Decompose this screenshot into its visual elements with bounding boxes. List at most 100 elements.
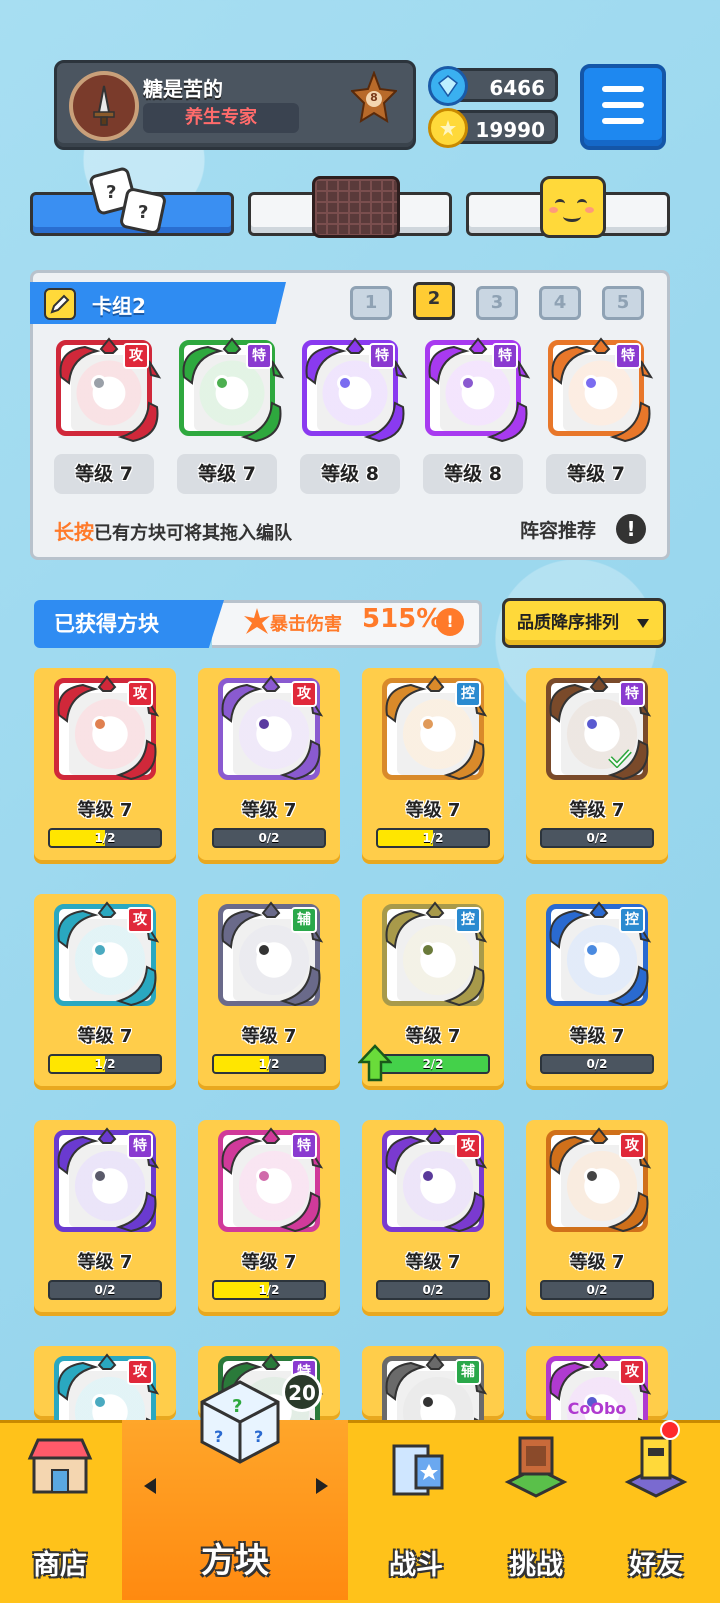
deck-slot-3[interactable]: 3 xyxy=(476,286,518,320)
card-core-dot xyxy=(584,942,600,958)
owned-block-cell[interactable]: 攻等级 7 0/2 xyxy=(362,1120,504,1316)
upgrade-arrow-icon[interactable] xyxy=(358,1044,392,1082)
owned-card[interactable]: 特 xyxy=(546,675,652,781)
nav-next-arrow-icon[interactable] xyxy=(316,1478,328,1494)
owned-block-cell[interactable]: 攻等级 7 0/2 xyxy=(526,1120,668,1316)
card-type-tag: 特 xyxy=(619,681,645,707)
deck-slot-2[interactable]: 2 xyxy=(413,282,455,320)
drag-hint: 长按已有方块可将其拖入编队 xyxy=(54,520,292,544)
smiley-block-icon xyxy=(540,176,606,238)
card-core-dot xyxy=(337,375,353,391)
deck-card-level: 等级 8 xyxy=(423,454,523,494)
owned-block-cell[interactable]: 辅等级 7 1/2 xyxy=(198,894,340,1090)
friends-robot-icon xyxy=(624,1436,688,1498)
crit-damage-value: 515% xyxy=(362,604,443,634)
owned-card[interactable]: 辅 xyxy=(218,901,324,1007)
owned-block-cell[interactable]: 控等级 7 0/2 xyxy=(526,894,668,1090)
card-type-tag: 辅 xyxy=(455,1359,481,1385)
owned-block-cell[interactable]: 攻等级 7 1/2 xyxy=(34,894,176,1090)
owned-block-cell[interactable]: 特等级 7 0/2 xyxy=(526,668,668,864)
svg-text:?: ? xyxy=(254,1427,263,1446)
owned-block-cell[interactable]: 攻 CoObo xyxy=(526,1346,668,1459)
crit-damage-label: 暴击伤害 xyxy=(270,614,342,635)
player-title: 养生专家 xyxy=(143,103,299,133)
battle-tower-icon xyxy=(392,1444,444,1496)
deck-slot-4[interactable]: 4 xyxy=(539,286,581,320)
owned-card[interactable]: 控 xyxy=(382,901,488,1007)
deck-card[interactable]: 特 xyxy=(302,337,408,443)
deck-slot-1[interactable]: 1 xyxy=(350,286,392,320)
progress-text: 2/2 xyxy=(422,1057,444,1071)
card-core-dot xyxy=(92,942,108,958)
progress-text: 0/2 xyxy=(422,1283,444,1297)
deck-card[interactable]: 特 xyxy=(548,337,654,443)
nav-prev-arrow-icon[interactable] xyxy=(144,1478,156,1494)
owned-block-level: 等级 7 xyxy=(569,1252,625,1273)
nav-challenge[interactable]: 挑战 xyxy=(476,1420,596,1600)
owned-block-cell[interactable]: 特等级 7 1/2 xyxy=(198,1120,340,1316)
owned-block-level: 等级 7 xyxy=(241,1026,297,1047)
menu-button[interactable] xyxy=(580,64,666,150)
owned-block-cell[interactable]: 特等级 7 0/2 xyxy=(34,1120,176,1316)
progress-text: 1/2 xyxy=(94,1057,116,1071)
owned-block-level: 等级 7 xyxy=(241,1252,297,1273)
owned-card[interactable]: 攻 xyxy=(546,1127,652,1233)
challenge-sign-icon xyxy=(504,1436,568,1498)
card-type-tag: 控 xyxy=(455,907,481,933)
card-type-tag: 特 xyxy=(127,1133,153,1159)
progress-text: 1/2 xyxy=(258,1057,280,1071)
owned-card[interactable]: 控 xyxy=(382,675,488,781)
upgrade-progress-bar: 0/2 xyxy=(376,1280,490,1300)
edit-pencil-icon[interactable] xyxy=(44,288,76,320)
upgrade-progress-bar: 0/2 xyxy=(540,1280,654,1300)
card-core-dot xyxy=(420,1394,436,1410)
progress-text: 1/2 xyxy=(258,1283,280,1297)
rank-number: 8 xyxy=(370,91,378,104)
owned-block-cell[interactable]: 攻 xyxy=(34,1346,176,1459)
upgrade-progress-bar: 1/2 xyxy=(212,1054,326,1074)
owned-block-cell[interactable]: 攻等级 7 1/2 xyxy=(34,668,176,864)
owned-block-cell[interactable]: 攻等级 7 0/2 xyxy=(198,668,340,864)
card-type-tag: 特 xyxy=(492,343,518,369)
owned-block-cell[interactable]: 辅 xyxy=(362,1346,504,1459)
nav-battle[interactable]: 战斗 xyxy=(356,1420,476,1600)
deck-card[interactable]: 攻 xyxy=(56,337,162,443)
shop-icon xyxy=(27,1438,93,1494)
owned-card[interactable]: 特 xyxy=(54,1127,160,1233)
owned-card[interactable]: 攻 xyxy=(54,675,160,781)
nav-blocks[interactable]: ? ? ? 方块 xyxy=(122,1380,348,1600)
card-core-dot xyxy=(460,375,476,391)
progress-text: 0/2 xyxy=(94,1283,116,1297)
card-core-dot xyxy=(256,716,272,732)
crit-info-icon[interactable]: ! xyxy=(436,608,464,636)
card-core-dot xyxy=(92,1168,108,1184)
sword-icon xyxy=(93,85,115,126)
owned-block-level: 等级 7 xyxy=(405,800,461,821)
deck-card[interactable]: 特 xyxy=(179,337,285,443)
owned-block-cell[interactable]: 控等级 7 2/2 xyxy=(358,894,504,1090)
owned-card[interactable]: 攻 xyxy=(54,901,160,1007)
info-icon[interactable]: ! xyxy=(616,514,646,544)
card-type-tag: 特 xyxy=(369,343,395,369)
card-type-tag: 攻 xyxy=(291,681,317,707)
owned-card[interactable]: 攻 xyxy=(382,1127,488,1233)
owned-block-cell[interactable]: 控等级 7 1/2 xyxy=(362,668,504,864)
owned-card[interactable]: 特 xyxy=(218,1127,324,1233)
owned-card[interactable]: 攻 xyxy=(218,675,324,781)
deck-slot-5[interactable]: 5 xyxy=(602,286,644,320)
lineup-recommend-button[interactable]: 阵容推荐 xyxy=(520,516,596,543)
card-core-dot xyxy=(256,1168,272,1184)
owned-card[interactable]: 控 xyxy=(546,901,652,1007)
deck-card[interactable]: 特 xyxy=(425,337,531,443)
card-type-tag: 特 xyxy=(291,1133,317,1159)
profile-panel[interactable]: 糖是苦的 养生专家 8 xyxy=(54,60,416,150)
sort-dropdown[interactable]: 品质降序排列 xyxy=(502,598,666,648)
avatar[interactable] xyxy=(69,71,139,141)
upgrade-progress-bar: 0/2 xyxy=(540,828,654,848)
deck-card-level: 等级 8 xyxy=(300,454,400,494)
card-type-tag: 控 xyxy=(619,907,645,933)
nav-friends[interactable]: 好友 xyxy=(596,1420,716,1600)
board-grid-icon xyxy=(312,176,400,238)
dice-icon: ? ? xyxy=(89,167,166,234)
nav-shop[interactable]: 商店 xyxy=(0,1420,120,1600)
